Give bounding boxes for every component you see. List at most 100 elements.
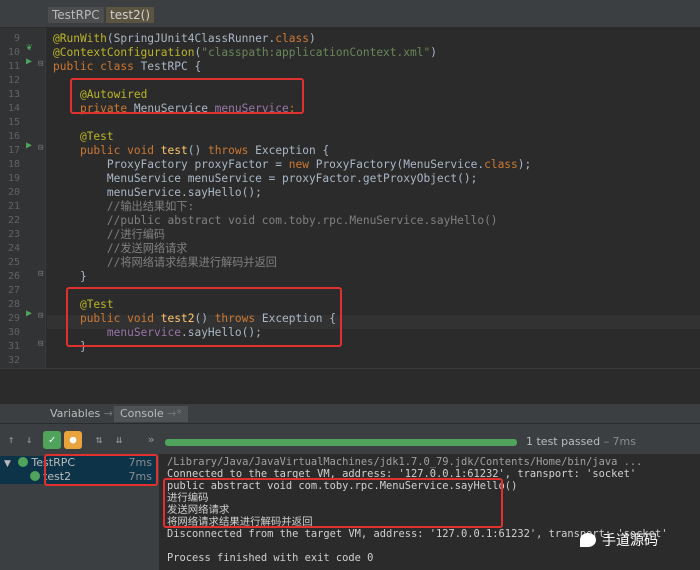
- fold-icon[interactable]: ⊟: [38, 142, 43, 154]
- line-number: 19: [7, 173, 20, 184]
- line-number: 15: [7, 117, 20, 128]
- console-line: /Library/Java/JavaVirtualMachines/jdk1.7…: [167, 456, 643, 468]
- down-arrow-icon[interactable]: ↓: [20, 431, 38, 449]
- line-number: 9: [13, 33, 20, 44]
- code-token: MenuService menuService = proxyFactor.ge…: [53, 172, 478, 185]
- line-number: 20: [7, 187, 20, 198]
- code-line: //发送网络请求: [53, 242, 188, 256]
- passed-icon: [30, 471, 40, 481]
- highlight-autowired-box: [70, 78, 304, 114]
- run-test2-icon[interactable]: ▶: [26, 308, 32, 320]
- code-token: "classpath:applicationContext.xml": [201, 46, 431, 59]
- run-class-icon[interactable]: ▶: [26, 56, 32, 68]
- run-test-icon[interactable]: ▶: [26, 140, 32, 152]
- code-token: new: [288, 158, 316, 171]
- code-token: TestRPC {: [140, 60, 202, 73]
- sort-icon[interactable]: ⇅: [90, 431, 108, 449]
- line-number: 17: [7, 145, 20, 156]
- code-line: @ContextConfiguration("classpath:applica…: [53, 46, 437, 60]
- line-number: 26: [7, 271, 20, 282]
- code-line: public class TestRPC {: [53, 60, 201, 74]
- fold-icon[interactable]: ⊟: [38, 338, 43, 350]
- code-token: @Test: [79, 130, 114, 143]
- tab-variables[interactable]: Variables →*: [44, 406, 125, 422]
- code-token: ): [430, 46, 437, 59]
- code-token: public class: [53, 60, 141, 73]
- console-line: Process finished with exit code 0: [167, 552, 374, 564]
- code-token: ): [308, 32, 316, 45]
- code-token: //将网络请求结果进行解码并返回: [53, 256, 277, 269]
- code-token: menuService.sayHello();: [53, 186, 262, 199]
- line-number: 12: [7, 75, 20, 86]
- more-icon[interactable]: »: [142, 431, 160, 449]
- fold-icon[interactable]: ⊟: [38, 58, 43, 70]
- line-number: 29: [7, 313, 20, 324]
- show-ignored-icon[interactable]: ●: [64, 431, 82, 449]
- watermark: 手道源码: [580, 530, 700, 552]
- code-line: @RunWith(SpringJUnit4ClassRunner.class): [53, 32, 316, 46]
- fold-icon[interactable]: ⊟: [38, 268, 43, 280]
- code-token: //进行编码: [53, 228, 166, 241]
- line-number: 21: [7, 201, 20, 212]
- line-number: 14: [7, 103, 20, 114]
- line-number: 16: [7, 131, 20, 142]
- collapse-icon[interactable]: ⇊: [110, 431, 128, 449]
- code-token: //发送网络请求: [53, 242, 188, 255]
- line-number: 22: [7, 215, 20, 226]
- code-token: ProxyFactory(MenuService.: [315, 158, 485, 171]
- line-number: 18: [7, 159, 20, 170]
- code-line: ProxyFactory proxyFactor = new ProxyFact…: [53, 158, 531, 172]
- code-token: //public abstract void com.toby.rpc.Menu…: [53, 214, 498, 227]
- code-token: (): [187, 144, 208, 157]
- code-token: //输出结果如下:: [53, 200, 195, 213]
- line-number: 11: [7, 61, 20, 72]
- breadcrumb-method[interactable]: test2(): [106, 7, 155, 23]
- code-token: class: [275, 32, 309, 45]
- breadcrumb-class[interactable]: TestRPC: [48, 7, 104, 23]
- breadcrumb: TestRPC test2(): [0, 0, 700, 28]
- code-token: }: [53, 270, 87, 283]
- line-number: 13: [7, 89, 20, 100]
- line-number: 32: [7, 355, 20, 366]
- line-number: 10: [7, 47, 20, 58]
- highlight-console-box: [163, 478, 503, 528]
- up-arrow-icon[interactable]: ↑: [2, 431, 20, 449]
- highlight-test2-box: [66, 287, 342, 347]
- highlight-tree-box: [44, 454, 158, 486]
- code-token: (SpringJUnit4ClassRunner.: [106, 32, 276, 45]
- code-token: Exception {: [255, 144, 330, 157]
- line-number: 25: [7, 257, 20, 268]
- expand-icon[interactable]: ▼: [4, 459, 11, 469]
- editor-bottom-area: [0, 368, 700, 404]
- line-number: 24: [7, 243, 20, 254]
- code-token: public void: [79, 144, 161, 157]
- test-tree[interactable]: ▼ TestRPC 7ms test2 7ms: [0, 454, 160, 570]
- line-number: 30: [7, 327, 20, 338]
- code-token: test: [160, 144, 188, 157]
- code-token: ProxyFactory proxyFactor =: [53, 158, 289, 171]
- code-token: @ContextConfiguration: [53, 46, 195, 59]
- line-number: 31: [7, 341, 20, 352]
- code-token: @RunWith: [53, 32, 107, 45]
- line-number: 27: [7, 285, 20, 296]
- code-line: menuService.sayHello();: [53, 186, 262, 200]
- passed-icon: [18, 457, 29, 467]
- code-line: //public abstract void com.toby.rpc.Menu…: [53, 214, 498, 228]
- test-progress-bar: [165, 439, 517, 446]
- show-passed-icon[interactable]: ✓: [43, 431, 61, 449]
- code-line: //进行编码: [53, 228, 165, 242]
- test-toolbar: ↑ ↓ ✓ ● ⇅ ⇊ » 1 test passed – 7ms: [0, 426, 700, 454]
- tab-console[interactable]: Console →*: [114, 406, 188, 422]
- bean-icon[interactable]: ❦: [26, 42, 32, 54]
- wechat-icon: [580, 533, 596, 547]
- console-output[interactable]: /Library/Java/JavaVirtualMachines/jdk1.7…: [160, 454, 700, 570]
- code-token: throws: [207, 144, 256, 157]
- editor-gutter: 9 10 11 12 13 14 15 16 17 18 19 20 21 22 23 24 25 26 27 28 2…: [0, 28, 46, 380]
- code-line: @Test: [53, 130, 114, 144]
- code-editor[interactable]: @RunWith(SpringJUnit4ClassRunner.class) @…: [47, 28, 700, 381]
- line-number: 28: [7, 299, 20, 310]
- fold-icon[interactable]: ⊟: [38, 310, 43, 322]
- test-status: 1 test passed – 7ms: [526, 435, 637, 448]
